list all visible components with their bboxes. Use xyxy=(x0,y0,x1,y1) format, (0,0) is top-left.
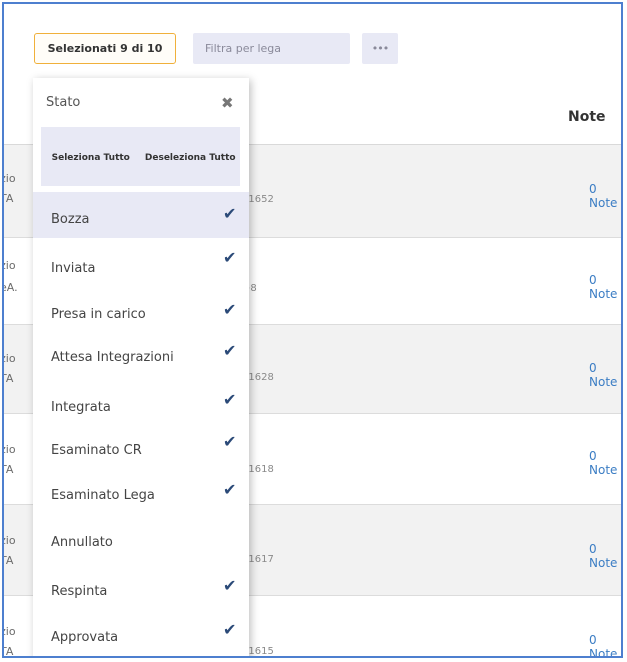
row-note-link[interactable]: 0 Note xyxy=(589,273,621,301)
more-options-button[interactable]: ••• xyxy=(362,33,398,64)
check-icon: ✔ xyxy=(223,248,237,267)
status-option-integrata[interactable]: Integrata ✔ xyxy=(33,376,249,422)
row-text-line1: zio xyxy=(4,534,16,547)
option-label: Esaminato CR xyxy=(51,443,142,458)
row-text-line2: TA xyxy=(4,463,14,476)
status-option-approvata[interactable]: Approvata ✔ xyxy=(33,606,249,652)
status-option-annullato[interactable]: Annullato xyxy=(33,514,249,560)
row-note-link[interactable]: 0 Note xyxy=(589,633,621,656)
check-icon: ✔ xyxy=(223,480,237,499)
league-filter-input[interactable]: Filtra per lega xyxy=(193,33,350,64)
option-label: Bozza xyxy=(51,212,90,227)
option-label: Annullato xyxy=(51,535,113,550)
row-text-line2: eA. xyxy=(4,281,18,294)
status-option-esaminato-cr[interactable]: Esaminato CR ✔ xyxy=(33,422,249,468)
row-text-line2: TA xyxy=(4,192,14,205)
status-option-inviata[interactable]: Inviata ✔ xyxy=(33,238,249,284)
status-filter-dropdown: Stato ✖ Seleziona Tutto Deseleziona Tutt… xyxy=(33,78,249,656)
check-icon: ✔ xyxy=(223,576,237,595)
note-column-header[interactable]: Note xyxy=(568,109,606,125)
check-icon: ✔ xyxy=(223,300,237,319)
select-all-button[interactable]: Seleziona Tutto xyxy=(41,127,141,186)
deselect-all-button[interactable]: Deseleziona Tutto xyxy=(141,127,241,186)
status-option-presa-in-carico[interactable]: Presa in carico ✔ xyxy=(33,284,249,330)
row-note-link[interactable]: 0 Note xyxy=(589,449,621,477)
row-text-line1: zio xyxy=(4,259,16,272)
row-text-line2: TA xyxy=(4,645,14,658)
option-label: Respinta xyxy=(51,584,108,599)
close-icon[interactable]: ✖ xyxy=(221,94,234,112)
screen-frame: Selezionati 9 di 10 Filtra per lega ••• … xyxy=(2,2,623,658)
row-text-line2: TA xyxy=(4,554,14,567)
toolbar: Selezionati 9 di 10 Filtra per lega ••• xyxy=(4,4,621,82)
check-icon: ✔ xyxy=(223,390,237,409)
option-label: Presa in carico xyxy=(51,307,146,322)
option-label: Integrata xyxy=(51,400,111,415)
selected-status-button[interactable]: Selezionati 9 di 10 xyxy=(34,33,176,64)
row-text-line2: TA xyxy=(4,372,14,385)
check-icon: ✔ xyxy=(223,620,237,639)
row-note-link[interactable]: 0 Note xyxy=(589,542,621,570)
check-icon: ✔ xyxy=(223,432,237,451)
row-text-line1: zio xyxy=(4,352,16,365)
status-option-bozza[interactable]: Bozza ✔ xyxy=(33,192,249,238)
status-option-respinta[interactable]: Respinta ✔ xyxy=(33,560,249,606)
row-note-link[interactable]: 0 Note xyxy=(589,182,621,210)
option-label: Attesa Integrazioni xyxy=(51,350,174,365)
row-text-line1: zio xyxy=(4,443,16,456)
row-text-line1: zio xyxy=(4,625,16,638)
option-label: Esaminato Lega xyxy=(51,488,155,503)
dropdown-header: Stato ✖ xyxy=(33,78,249,128)
check-icon: ✔ xyxy=(223,341,237,360)
status-option-attesa-integrazioni[interactable]: Attesa Integrazioni ✔ xyxy=(33,330,249,376)
status-options-list: Bozza ✔ Inviata ✔ Presa in carico ✔ Atte… xyxy=(33,192,249,652)
check-icon: ✔ xyxy=(223,204,237,223)
option-label: Approvata xyxy=(51,630,119,645)
status-option-esaminato-lega[interactable]: Esaminato Lega ✔ xyxy=(33,468,249,514)
row-note-link[interactable]: 0 Note xyxy=(589,361,621,389)
dropdown-title: Stato xyxy=(46,95,81,110)
bulk-actions: Seleziona Tutto Deseleziona Tutto xyxy=(41,127,240,186)
row-text-line1: zio xyxy=(4,172,16,185)
option-label: Inviata xyxy=(51,261,96,276)
